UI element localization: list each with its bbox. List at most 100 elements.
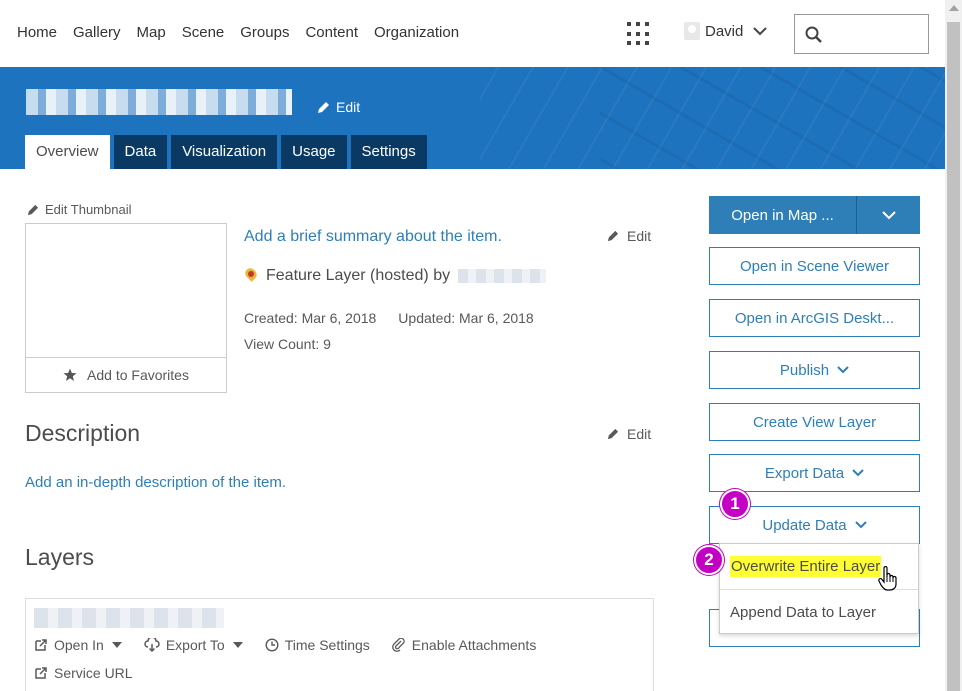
vertical-scrollbar[interactable] xyxy=(945,0,962,691)
open-in-map-split-button: Open in Map ... xyxy=(709,196,920,234)
chevron-down-icon xyxy=(837,366,849,374)
layer-actions: Open In Export To Time Settings Enable A… xyxy=(34,637,536,653)
chevron-down-icon xyxy=(852,469,864,477)
layer-actions-row2: Service URL xyxy=(34,665,133,681)
create-view-layer-label: Create View Layer xyxy=(752,413,877,431)
tab-visualization[interactable]: Visualization xyxy=(171,135,278,169)
chevron-down-icon xyxy=(881,210,896,219)
edit-thumbnail-label: Edit Thumbnail xyxy=(45,202,132,217)
open-in-map-dropdown-button[interactable] xyxy=(857,196,920,234)
summary-edit-label: Edit xyxy=(627,228,652,244)
scroll-up-arrow-icon[interactable] xyxy=(949,5,959,11)
open-external-icon xyxy=(35,639,47,651)
search-icon xyxy=(805,26,822,43)
nav-gallery[interactable]: Gallery xyxy=(73,24,121,41)
tab-usage[interactable]: Usage xyxy=(281,135,347,169)
hand-cursor-icon xyxy=(878,566,897,591)
open-scene-viewer-label: Open in Scene Viewer xyxy=(740,257,889,275)
time-settings-button[interactable]: Time Settings xyxy=(265,637,370,653)
app-launcher-icon[interactable] xyxy=(627,22,651,46)
title-edit-button[interactable]: Edit xyxy=(317,99,360,115)
user-menu[interactable]: David xyxy=(684,22,768,40)
created-date: Created: Mar 6, 2018 xyxy=(244,310,377,326)
thumbnail-card: Add to Favorites xyxy=(25,223,227,393)
item-tabs: Overview Data Visualization Usage Settin… xyxy=(25,135,427,169)
summary-edit-button[interactable]: Edit xyxy=(607,228,651,244)
title-edit-label: Edit xyxy=(336,99,361,115)
nav-scene[interactable]: Scene xyxy=(182,24,225,41)
updated-date: Updated: Mar 6, 2018 xyxy=(398,310,534,326)
export-data-label: Export Data xyxy=(764,464,845,482)
nav-home[interactable]: Home xyxy=(17,24,57,41)
pencil-icon xyxy=(318,101,329,113)
update-data-label: Update Data xyxy=(762,516,847,534)
user-name: David xyxy=(705,22,744,40)
item-metadata: Created: Mar 6, 2018 Updated: Mar 6, 2018… xyxy=(244,305,534,357)
service-url-button[interactable]: Service URL xyxy=(34,665,133,681)
scroll-thumb[interactable] xyxy=(947,22,960,691)
view-count: View Count: 9 xyxy=(244,336,331,352)
nav-content[interactable]: Content xyxy=(305,24,358,41)
tab-data[interactable]: Data xyxy=(113,135,168,169)
layer-card: Open In Export To Time Settings Enable A… xyxy=(25,598,654,691)
enable-attachments-label: Enable Attachments xyxy=(411,637,537,653)
tab-overview[interactable]: Overview xyxy=(25,135,110,169)
enable-attachments-button[interactable]: Enable Attachments xyxy=(391,637,537,653)
item-type-label: Feature Layer (hosted) by xyxy=(266,267,451,284)
caret-down-icon xyxy=(111,642,122,648)
search-box[interactable] xyxy=(794,14,929,54)
export-data-button[interactable]: Export Data xyxy=(709,454,920,492)
description-edit-label: Edit xyxy=(627,426,652,442)
open-in-label: Open In xyxy=(54,637,104,653)
pencil-icon xyxy=(607,230,619,242)
avatar xyxy=(684,22,700,40)
layer-name-redacted xyxy=(34,608,224,628)
layers-heading: Layers xyxy=(25,544,95,570)
overwrite-layer-label: Overwrite Entire Layer xyxy=(730,556,882,577)
publish-button[interactable]: Publish xyxy=(709,351,920,389)
open-arcgis-desktop-button[interactable]: Open in ArcGIS Deskt... xyxy=(709,299,920,337)
owner-name-redacted xyxy=(458,269,547,283)
paperclip-icon xyxy=(391,638,405,652)
export-to-button[interactable]: Export To xyxy=(144,637,243,653)
add-to-favorites-button[interactable]: Add to Favorites xyxy=(26,357,226,392)
open-external-icon xyxy=(35,667,47,679)
summary-placeholder-link[interactable]: Add a brief summary about the item. xyxy=(244,228,502,246)
open-in-button[interactable]: Open In xyxy=(34,637,122,653)
description-edit-button[interactable]: Edit xyxy=(607,426,651,442)
edit-thumbnail-button[interactable]: Edit Thumbnail xyxy=(27,202,131,217)
item-title xyxy=(26,89,292,115)
search-input[interactable] xyxy=(829,23,924,45)
export-to-label: Export To xyxy=(165,637,225,653)
menu-item-append-data[interactable]: Append Data to Layer xyxy=(720,590,918,635)
service-url-label: Service URL xyxy=(54,665,133,681)
description-placeholder-link[interactable]: Add an in-depth description of the item. xyxy=(25,474,286,491)
time-settings-label: Time Settings xyxy=(284,637,370,653)
chevron-down-icon xyxy=(854,521,867,529)
clock-icon xyxy=(265,638,279,652)
nav-groups[interactable]: Groups xyxy=(240,24,289,41)
open-in-map-button[interactable]: Open in Map ... xyxy=(709,196,857,234)
open-scene-viewer-button[interactable]: Open in Scene Viewer xyxy=(709,247,920,285)
step-badge-1: 1 xyxy=(720,489,750,519)
pencil-icon xyxy=(27,204,39,215)
thumbnail-image xyxy=(26,224,226,358)
nav-links: Home Gallery Map Scene Groups Content Or… xyxy=(17,24,459,41)
top-navigation: Home Gallery Map Scene Groups Content Or… xyxy=(0,0,945,67)
append-data-label: Append Data to Layer xyxy=(730,604,876,621)
cloud-download-icon xyxy=(144,638,160,652)
publish-label: Publish xyxy=(779,361,830,379)
nav-organization[interactable]: Organization xyxy=(374,24,459,41)
feature-layer-icon xyxy=(244,268,258,284)
description-heading: Description xyxy=(25,420,141,446)
add-to-favorites-label: Add to Favorites xyxy=(87,366,189,383)
tab-settings[interactable]: Settings xyxy=(350,135,427,169)
caret-down-icon xyxy=(232,642,243,648)
pencil-icon xyxy=(607,428,619,440)
step-badge-2: 2 xyxy=(694,545,724,575)
create-view-layer-button[interactable]: Create View Layer xyxy=(709,403,920,441)
item-type-line: Feature Layer (hosted) by xyxy=(244,267,547,285)
item-banner: Edit Overview Data Visualization Usage S… xyxy=(0,67,945,169)
nav-map[interactable]: Map xyxy=(137,24,166,41)
chevron-down-icon xyxy=(753,26,768,35)
